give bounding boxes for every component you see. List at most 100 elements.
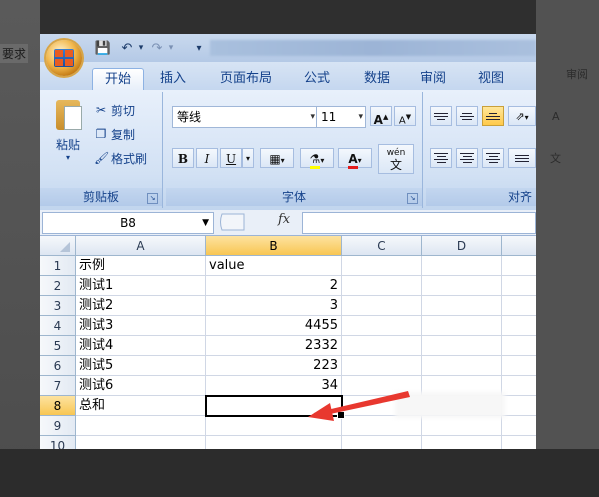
table-cell[interactable]	[502, 356, 536, 376]
table-cell[interactable]: 4455	[206, 316, 342, 336]
table-cell[interactable]	[76, 436, 206, 449]
table-cell[interactable]: 2332	[206, 336, 342, 356]
column-header-c[interactable]: C	[342, 236, 422, 256]
table-cell[interactable]: value	[206, 256, 342, 276]
table-cell[interactable]	[422, 356, 502, 376]
column-header-d[interactable]: D	[422, 236, 502, 256]
table-cell[interactable]	[502, 316, 536, 336]
tab-page-layout[interactable]: 页面布局	[208, 68, 284, 90]
table-cell[interactable]	[342, 316, 422, 336]
font-color-button[interactable]: A▾	[338, 148, 372, 169]
table-cell[interactable]	[342, 436, 422, 449]
fill-color-button[interactable]: ⚗▾	[300, 148, 334, 169]
table-cell[interactable]: 3	[206, 296, 342, 316]
decrease-indent-button[interactable]	[508, 148, 536, 168]
table-cell[interactable]	[342, 256, 422, 276]
table-cell[interactable]: 测试6	[76, 376, 206, 396]
redo-dropdown-icon[interactable]: ▾	[162, 39, 180, 57]
italic-button[interactable]: I	[196, 148, 218, 168]
align-right-button[interactable]	[482, 148, 504, 168]
border-button[interactable]: ▦▾	[260, 148, 294, 168]
insert-function-icon[interactable]: fx	[278, 212, 290, 227]
increase-font-button[interactable]: A▲	[370, 106, 392, 127]
table-cell[interactable]	[422, 256, 502, 276]
decrease-font-button[interactable]: A▼	[394, 106, 416, 126]
table-cell[interactable]: 测试1	[76, 276, 206, 296]
table-cell[interactable]: 223	[206, 356, 342, 376]
table-cell[interactable]	[502, 436, 536, 449]
table-cell[interactable]	[342, 336, 422, 356]
table-cell[interactable]	[502, 276, 536, 296]
align-middle-button[interactable]	[456, 106, 478, 126]
tab-review[interactable]: 审阅	[408, 68, 458, 90]
name-box[interactable]: B8 ▼	[42, 212, 214, 234]
tab-view[interactable]: 视图	[466, 68, 516, 90]
row-header[interactable]: 1	[40, 256, 76, 276]
table-cell[interactable]	[502, 416, 536, 436]
table-cell[interactable]	[206, 436, 342, 449]
phonetic-guide-button[interactable]: wén 文	[378, 144, 414, 174]
row-header[interactable]: 3	[40, 296, 76, 316]
select-all-corner[interactable]	[40, 236, 76, 256]
table-cell[interactable]: 测试3	[76, 316, 206, 336]
column-header-b[interactable]: B	[206, 236, 342, 256]
font-name-field[interactable]: 等线 ▾	[172, 106, 318, 128]
align-left-button[interactable]	[430, 148, 452, 168]
underline-dropdown-icon[interactable]: ▾	[242, 148, 254, 168]
table-cell[interactable]	[502, 256, 536, 276]
column-header-a[interactable]: A	[76, 236, 206, 256]
office-button[interactable]	[46, 40, 82, 76]
window-title-blurred	[210, 40, 536, 56]
row-header[interactable]: 8	[40, 396, 76, 416]
font-launcher-icon[interactable]: ↘	[407, 193, 418, 204]
table-cell[interactable]: 2	[206, 276, 342, 296]
table-cell[interactable]: 测试4	[76, 336, 206, 356]
table-cell[interactable]	[422, 296, 502, 316]
table-cell[interactable]	[422, 316, 502, 336]
table-cell[interactable]: 测试2	[76, 296, 206, 316]
table-cell[interactable]: 示例	[76, 256, 206, 276]
table-cell[interactable]	[422, 276, 502, 296]
table-cell[interactable]	[502, 396, 536, 416]
row-header[interactable]: 7	[40, 376, 76, 396]
table-cell[interactable]	[422, 436, 502, 449]
column-header-e[interactable]	[502, 236, 536, 256]
paste-dropdown-icon[interactable]: ▾	[50, 153, 86, 162]
align-top-button[interactable]	[430, 106, 452, 126]
orientation-button[interactable]: ⇗▾	[508, 106, 536, 126]
align-center-button[interactable]	[456, 148, 478, 168]
row-header[interactable]: 5	[40, 336, 76, 356]
table-cell[interactable]	[76, 416, 206, 436]
paste-button[interactable]: 粘贴 ▾	[50, 100, 86, 162]
copy-button[interactable]: ❐ 复制	[94, 124, 135, 144]
tab-formulas[interactable]: 公式	[292, 68, 342, 90]
font-size-field[interactable]: 11 ▾	[316, 106, 366, 128]
table-cell[interactable]	[502, 296, 536, 316]
tab-insert[interactable]: 插入	[148, 68, 198, 90]
underline-button[interactable]: U	[220, 148, 242, 168]
table-cell[interactable]	[502, 336, 536, 356]
save-icon[interactable]: 💾	[94, 39, 112, 57]
bold-button[interactable]: B	[172, 148, 194, 168]
cut-button[interactable]: ✂ 剪切	[94, 100, 135, 120]
table-cell[interactable]	[422, 336, 502, 356]
table-cell[interactable]	[422, 416, 502, 436]
table-cell[interactable]	[342, 296, 422, 316]
align-bottom-button[interactable]	[482, 106, 504, 126]
row-header[interactable]: 2	[40, 276, 76, 296]
clipboard-launcher-icon[interactable]: ↘	[147, 193, 158, 204]
tab-home[interactable]: 开始	[92, 68, 145, 91]
table-cell[interactable]: 总和	[76, 396, 206, 416]
customize-qat-icon[interactable]: ▾	[190, 39, 208, 57]
row-header[interactable]: 10	[40, 436, 76, 449]
table-cell[interactable]	[342, 356, 422, 376]
row-header[interactable]: 4	[40, 316, 76, 336]
tab-data[interactable]: 数据	[352, 68, 402, 90]
table-cell[interactable]	[342, 276, 422, 296]
format-painter-button[interactable]: 🖌 格式刷	[94, 148, 147, 168]
table-cell[interactable]	[502, 376, 536, 396]
formula-input[interactable]	[302, 212, 536, 234]
table-cell[interactable]: 测试5	[76, 356, 206, 376]
row-header[interactable]: 9	[40, 416, 76, 436]
row-header[interactable]: 6	[40, 356, 76, 376]
